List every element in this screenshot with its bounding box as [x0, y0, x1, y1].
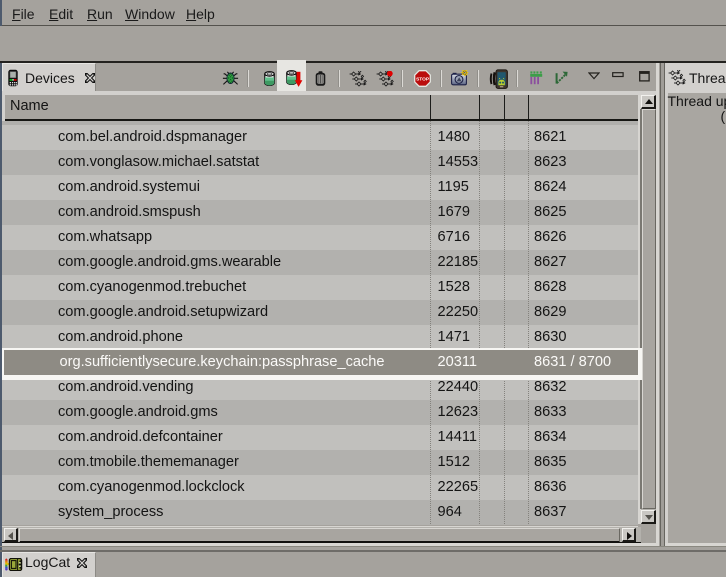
svg-text:STOP: STOP — [416, 76, 430, 82]
